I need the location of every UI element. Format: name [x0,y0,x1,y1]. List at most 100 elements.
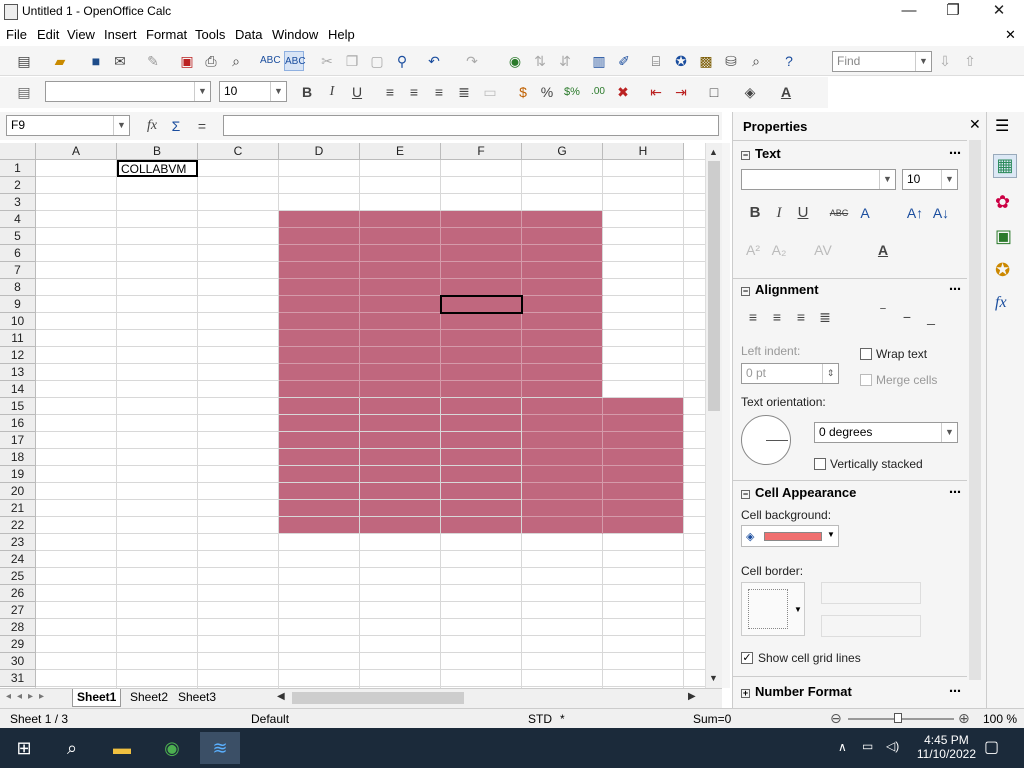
page-preview-icon[interactable]: ⌕ [226,51,246,71]
character-spacing-icon[interactable]: AV [813,240,833,260]
sum-display[interactable]: Sum=0 [693,712,731,726]
name-box[interactable]: F9 ▼ [6,115,130,136]
menu-edit[interactable]: Edit [37,27,59,42]
row-header[interactable]: 2 [0,177,36,194]
redo-icon[interactable]: ↷ [462,51,482,71]
styles-icon[interactable]: ▤ [14,82,34,102]
chrome-icon[interactable]: ◉ [152,732,192,764]
row-header[interactable]: 5 [0,228,36,245]
openoffice-taskbar-icon[interactable]: ≋ [200,732,240,764]
functions-deck-icon[interactable]: fx [995,294,1007,312]
spreadsheet-grid[interactable]: A B C D E F G H 1 2 3 4 5 6 7 8 9 10 11 12 13 14 15 16 17 18 19 20 2… [0,143,705,688]
tab-sheet3[interactable]: Sheet3 [174,689,220,707]
row-header[interactable]: 21 [0,500,36,517]
sidebar-font-name-dropdown-icon[interactable]: ▼ [879,170,895,189]
selection-mode[interactable]: STD [528,712,552,726]
indent-spin-icon[interactable]: ⇕ [822,364,838,383]
vertical-scrollbar[interactable]: ▲ ▼ [705,143,722,688]
background-color-icon[interactable]: ◈ [740,82,760,102]
merge-cells-checkbox[interactable] [860,374,872,386]
notifications-icon[interactable]: ▢ [984,737,999,757]
sidebar-align-center-icon[interactable]: ≡ [767,307,787,327]
row-header[interactable]: 12 [0,347,36,364]
section-alignment[interactable]: − Alignment [741,282,819,297]
line-style-picker[interactable] [821,582,921,604]
row-header[interactable]: 13 [0,364,36,381]
find-previous-icon[interactable]: ⇧ [960,51,980,71]
close-sidebar-icon[interactable]: ✕ [969,116,981,133]
left-indent-field[interactable]: 0 pt ⇕ [741,363,839,384]
row-header[interactable]: 1 [0,160,36,177]
menu-data[interactable]: Data [235,27,262,42]
zoom-in-icon[interactable]: ⊕ [958,710,970,727]
zoom-out-icon[interactable]: ⊖ [830,710,842,727]
close-document-button[interactable]: ✕ [1005,27,1016,43]
orientation-dropdown-icon[interactable]: ▼ [941,423,957,442]
data-sources-icon[interactable]: ⛁ [721,51,741,71]
menu-insert[interactable]: Insert [104,27,137,42]
column-header[interactable]: H [603,143,684,160]
subscript-icon[interactable]: A₂ [769,240,789,260]
row-header[interactable]: 6 [0,245,36,262]
navigator-deck-icon[interactable]: ✪ [995,260,1010,281]
row-header[interactable]: 9 [0,296,36,313]
select-all-corner[interactable] [0,143,36,160]
decrease-font-icon[interactable]: A↓ [931,203,951,223]
underline-icon[interactable]: U [347,82,367,102]
start-icon[interactable]: ⊞ [4,732,44,764]
italic-icon[interactable]: I [322,82,342,102]
row-header[interactable]: 30 [0,653,36,670]
minimize-button[interactable]: — [886,0,932,24]
tray-chevron-icon[interactable]: ∧ [838,740,847,754]
borders-icon[interactable]: □ [704,82,724,102]
edit-file-icon[interactable]: ✎ [143,51,163,71]
vertically-stacked-checkbox[interactable] [814,458,826,470]
zoom-slider-thumb[interactable] [894,713,902,723]
increase-font-icon[interactable]: A↑ [905,203,925,223]
find-replace-icon[interactable]: ⌸ [646,51,666,71]
column-header[interactable]: C [198,143,279,160]
draw-functions-icon[interactable]: ✐ [614,51,634,71]
sidebar-font-size-dropdown-icon[interactable]: ▼ [941,170,957,189]
cell-border-picker[interactable]: ▼ [741,582,805,636]
name-box-dropdown-icon[interactable]: ▼ [113,116,129,135]
delete-decimal-icon[interactable]: ✖ [613,82,633,102]
background-dropdown-icon[interactable]: ▼ [827,530,835,539]
email-icon[interactable]: ✉ [110,51,130,71]
row-header[interactable]: 25 [0,568,36,585]
cell-b1[interactable]: COLLABVM [117,160,198,177]
row-header[interactable]: 3 [0,194,36,211]
row-header[interactable]: 29 [0,636,36,653]
row-header[interactable]: 26 [0,585,36,602]
font-size-dropdown-icon[interactable]: ▼ [270,82,286,101]
network-icon[interactable]: ▭ [862,739,873,753]
tab-sheet1[interactable]: Sheet1 [72,689,122,707]
number-format-more-icon[interactable]: ⋯ [949,684,961,698]
align-left-icon[interactable]: ≡ [380,82,400,102]
line-color-picker[interactable] [821,615,921,637]
zoom-icon[interactable]: ⌕ [746,51,766,71]
justify-icon[interactable]: ≣ [454,82,474,102]
sort-ascending-icon[interactable]: ⇅ [530,51,550,71]
tab-nav-icons[interactable]: ◂◂▸▸ [6,691,50,702]
hyperlink-icon[interactable]: ◉ [505,51,525,71]
properties-deck-icon[interactable]: ▦ [993,154,1017,178]
row-header[interactable]: 11 [0,330,36,347]
save-icon[interactable]: ■ [86,51,106,71]
undo-icon[interactable]: ↶ [424,51,444,71]
sidebar-font-name[interactable]: ▼ [741,169,896,190]
sidebar-italic-icon[interactable]: I [769,203,789,223]
align-middle-icon[interactable]: − [897,307,917,327]
scroll-up-icon[interactable]: ▲ [709,147,718,157]
sidebar-font-color-icon[interactable]: A [873,240,893,260]
menu-help[interactable]: Help [328,27,355,42]
clock[interactable]: 4:45 PM 11/10/2022 [917,733,976,761]
formula-icon[interactable]: = [192,116,212,136]
wrap-text-checkbox[interactable] [860,348,872,360]
column-header[interactable]: A [36,143,117,160]
row-header[interactable]: 19 [0,466,36,483]
horizontal-scroll-thumb[interactable] [292,692,464,704]
maximize-button[interactable]: ❐ [930,0,976,24]
sidebar-menu-icon[interactable]: ☰ [995,116,1009,136]
decrease-indent-icon[interactable]: ⇤ [646,82,666,102]
